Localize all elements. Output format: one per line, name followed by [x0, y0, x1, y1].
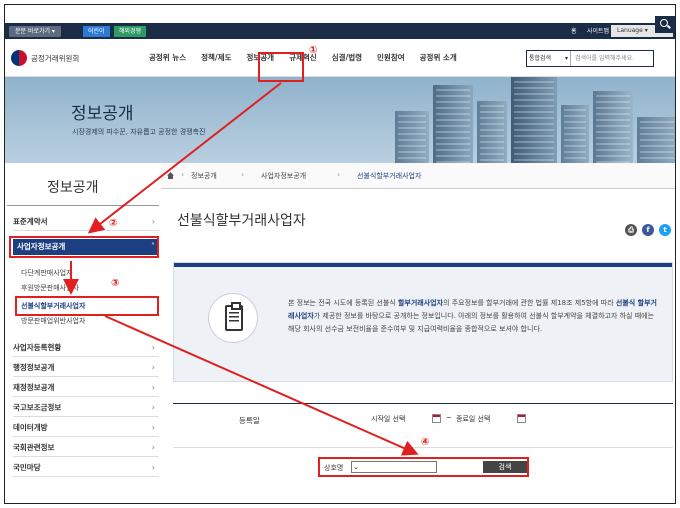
screenshot-frame: 분문 바로가기 ▾ 어린이 해외경쟁 홈 사이트맵 Lanuage ▾ 공정거래…	[4, 4, 676, 504]
annotation-arrows	[63, 82, 419, 456]
arrow-1-to-2	[87, 82, 282, 234]
arrow-3-to-4	[104, 315, 419, 456]
